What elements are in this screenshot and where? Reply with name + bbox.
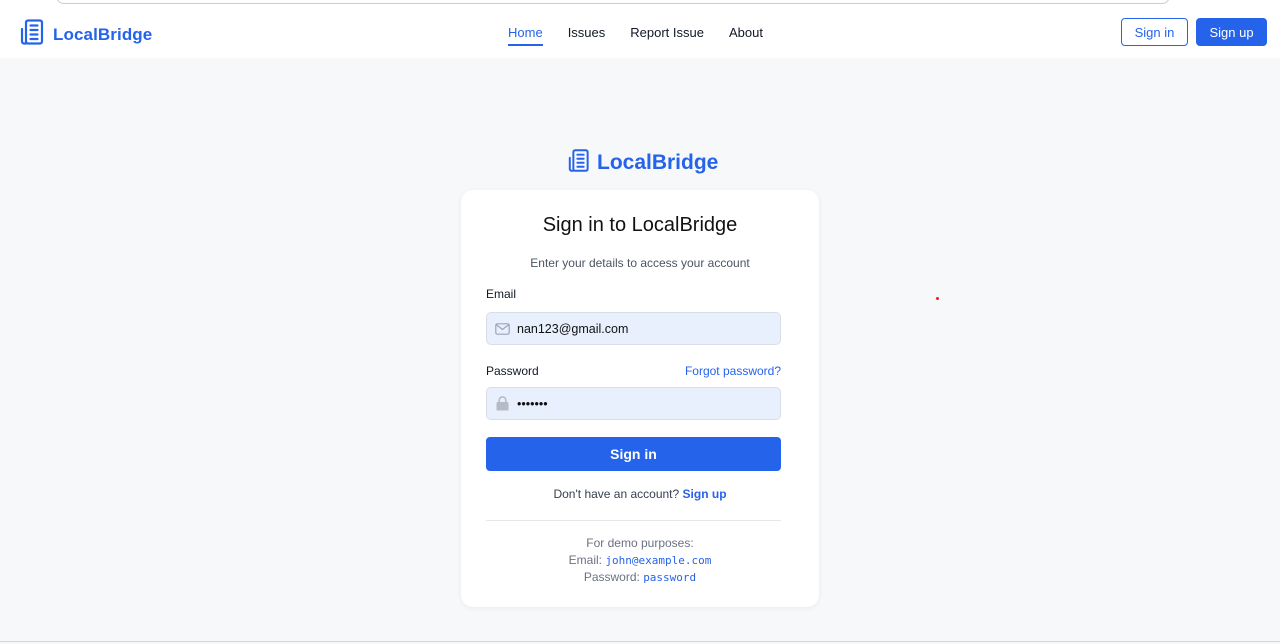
- building-icon: [20, 18, 48, 51]
- building-icon: [568, 148, 593, 178]
- signup-prompt: Don't have an account? Sign up: [461, 487, 819, 501]
- lock-icon: [487, 396, 517, 411]
- demo-password-row: Password: password: [461, 569, 819, 587]
- cursor-dot: [936, 297, 939, 300]
- center-brand-name: LocalBridge: [597, 151, 719, 174]
- signup-link[interactable]: Sign up: [683, 487, 727, 501]
- center-brand-logo: LocalBridge: [568, 148, 718, 178]
- address-bar-edge: [56, 0, 1170, 4]
- header-signin-button[interactable]: Sign in: [1121, 18, 1188, 46]
- password-input[interactable]: [517, 396, 767, 411]
- demo-email-row: Email: john@example.com: [461, 552, 819, 570]
- email-input[interactable]: [517, 321, 767, 336]
- demo-credentials: For demo purposes: Email: john@example.c…: [461, 535, 819, 587]
- top-navbar: LocalBridge Home Issues Report Issue Abo…: [0, 6, 1280, 58]
- password-label: Password: [486, 364, 539, 378]
- demo-heading: For demo purposes:: [586, 536, 694, 550]
- email-label: Email: [486, 287, 517, 301]
- password-field[interactable]: [486, 387, 781, 420]
- nav-home[interactable]: Home: [508, 25, 543, 46]
- mail-icon: [487, 322, 517, 335]
- brand-name: LocalBridge: [53, 24, 153, 44]
- card-subtitle: Enter your details to access your accoun…: [530, 256, 750, 270]
- demo-email-label: Email:: [568, 552, 603, 567]
- main-nav: Home Issues Report Issue About: [508, 25, 763, 46]
- forgot-password-link[interactable]: Forgot password?: [685, 364, 781, 378]
- no-account-text: Don't have an account?: [553, 487, 680, 501]
- header-signup-button[interactable]: Sign up: [1196, 18, 1267, 46]
- demo-email-value: john@example.com: [605, 553, 712, 567]
- card-title: Sign in to LocalBridge: [542, 214, 738, 236]
- nav-report-issue[interactable]: Report Issue: [630, 25, 704, 46]
- demo-password-label: Password:: [583, 570, 640, 584]
- brand-logo[interactable]: LocalBridge: [20, 18, 152, 51]
- email-field[interactable]: [486, 312, 781, 345]
- divider: [486, 520, 781, 521]
- demo-password-value: password: [643, 571, 697, 584]
- bottom-border: [0, 641, 1280, 642]
- nav-issues[interactable]: Issues: [568, 25, 606, 46]
- nav-about[interactable]: About: [729, 25, 763, 46]
- signin-submit-button[interactable]: Sign in: [486, 437, 781, 471]
- signin-card: Sign in to LocalBridge Enter your detail…: [461, 190, 819, 607]
